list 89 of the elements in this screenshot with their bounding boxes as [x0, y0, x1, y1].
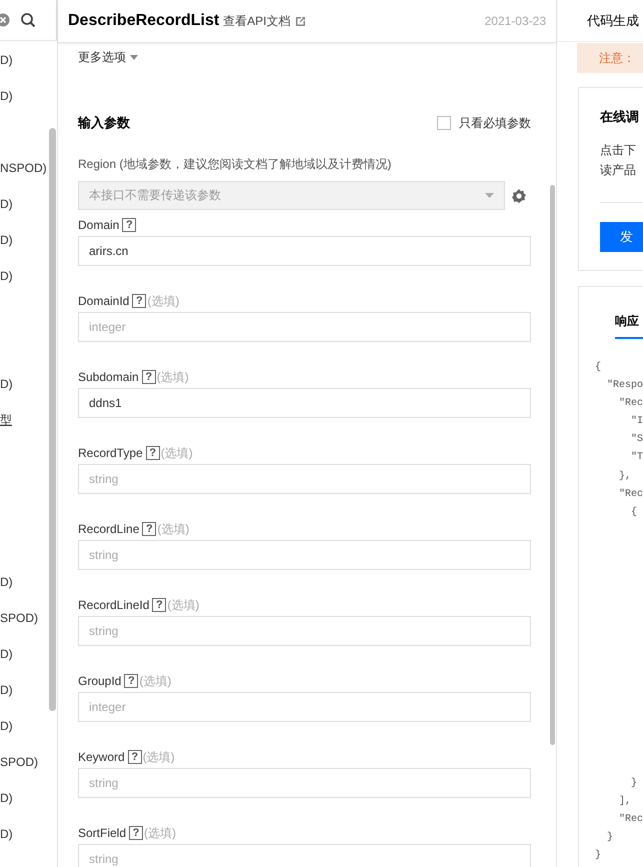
sidebar-item[interactable]: D): [0, 787, 57, 823]
optional-hint: (选填): [139, 672, 172, 690]
help-icon[interactable]: ?: [129, 826, 144, 840]
response-tab[interactable]: 响应: [615, 313, 643, 339]
code-line: "Respo: [606, 378, 643, 394]
sidebar-item[interactable]: D): [0, 49, 57, 85]
code-line: {: [595, 360, 602, 375]
input-field[interactable]: string: [78, 616, 531, 646]
sidebar-item[interactable]: D): [0, 85, 57, 121]
sidebar-link[interactable]: 型: [0, 409, 57, 445]
input-field[interactable]: integer: [78, 692, 531, 722]
code-line: "T: [630, 450, 643, 466]
sidebar-item[interactable]: D): [0, 643, 57, 679]
code-line: }: [630, 776, 638, 792]
sidebar-item[interactable]: SPOD): [0, 607, 57, 643]
field-label: RecordLine: [78, 522, 140, 536]
code-line: "Rec: [618, 396, 643, 412]
input-field[interactable]: ddns1: [78, 388, 531, 418]
clear-icon[interactable]: [0, 13, 10, 27]
help-icon[interactable]: ?: [124, 674, 138, 688]
date-text: 2021-03-23: [484, 14, 546, 28]
code-line: },: [618, 470, 632, 484]
field-label: Domain: [78, 218, 120, 232]
field-label: RecordLineId: [78, 598, 150, 612]
caret-icon: [485, 193, 494, 198]
code-line: ],: [618, 794, 632, 810]
sidebar-item[interactable]: D): [0, 373, 57, 409]
code-line: "I: [630, 414, 643, 430]
gear-icon[interactable]: [511, 188, 527, 204]
card-text: 读产品: [600, 162, 637, 179]
card-text: 点击下: [600, 142, 637, 159]
input-field[interactable]: string: [78, 540, 531, 570]
optional-hint: (选填): [156, 368, 189, 386]
help-icon[interactable]: ?: [128, 750, 142, 764]
field-label: Region (地域参数，建议您阅读文档了解地域以及计费情况): [78, 156, 392, 173]
optional-hint: (选填): [160, 444, 193, 462]
optional-hint: (选填): [147, 292, 180, 310]
code-line: {: [630, 506, 638, 520]
sidebar-item[interactable]: D): [0, 823, 57, 859]
optional-hint: (选填): [142, 748, 175, 766]
scrollbar[interactable]: [550, 185, 555, 745]
external-link-icon[interactable]: [294, 16, 306, 26]
input-field[interactable]: string: [78, 464, 531, 494]
sidebar-item[interactable]: D): [0, 265, 57, 301]
input-field[interactable]: arirs.cn: [78, 236, 531, 266]
caret-icon: [130, 55, 138, 60]
search-icon[interactable]: [20, 12, 36, 28]
input-field[interactable]: string: [78, 844, 531, 867]
sidebar-item[interactable]: D): [0, 679, 57, 715]
section-title: 输入参数: [78, 114, 130, 132]
field-label: Keyword: [78, 750, 125, 764]
panel-title: 代码生成: [587, 12, 639, 30]
send-button[interactable]: 发: [600, 222, 643, 252]
code-line: "S: [630, 432, 643, 448]
input-field[interactable]: integer: [78, 312, 531, 342]
sidebar-item[interactable]: D): [0, 571, 57, 607]
sidebar-item[interactable]: SPOD): [0, 751, 57, 787]
field-label: GroupId: [78, 674, 122, 688]
code-line: "Rec: [618, 812, 643, 828]
optional-hint: (选填): [167, 596, 200, 614]
optional-hint: (选填): [157, 520, 190, 538]
sidebar-item[interactable]: NSPOD): [0, 157, 57, 193]
code-line: }: [595, 848, 602, 864]
help-icon[interactable]: ?: [132, 294, 146, 308]
field-label: Subdomain: [78, 370, 139, 384]
field-label: SortField: [78, 826, 126, 840]
help-icon[interactable]: ?: [152, 598, 166, 612]
field-label: DomainId: [78, 294, 130, 308]
code-line: }: [606, 830, 614, 846]
card-title: 在线调: [600, 108, 640, 126]
help-icon[interactable]: ?: [142, 370, 156, 384]
checkbox[interactable]: [437, 116, 451, 130]
input-field[interactable]: string: [78, 768, 531, 798]
api-title: DescribeRecordList: [68, 12, 220, 30]
help-icon[interactable]: ?: [146, 446, 160, 460]
doc-link[interactable]: 查看API文档: [223, 12, 291, 30]
more-options-dropdown[interactable]: 更多选项: [78, 49, 138, 66]
help-icon[interactable]: ?: [122, 218, 136, 232]
code-line: "Rec: [618, 488, 643, 502]
notice-banner: 注意：: [577, 43, 643, 73]
search-field[interactable]: [0, 0, 57, 41]
sidebar-item[interactable]: D): [0, 193, 57, 229]
optional-hint: (选填): [144, 824, 176, 842]
scrollbar[interactable]: [49, 128, 56, 711]
checkbox-label: 只看必填参数: [459, 114, 531, 132]
sidebar-item[interactable]: D): [0, 229, 57, 265]
sidebar-item[interactable]: D): [0, 715, 57, 751]
field-label: RecordType: [78, 446, 143, 460]
help-icon[interactable]: ?: [142, 522, 156, 536]
